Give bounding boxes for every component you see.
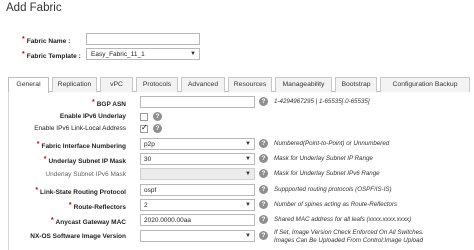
bgp-asn-hint: 1-4294967295 | 1-65535[.0-65535] [274,98,370,105]
help-icon[interactable]: ? [259,169,268,178]
dialog-title: Add Fabric [6,2,62,14]
enable-ipv6-link-local-checkbox[interactable] [140,123,148,133]
help-icon[interactable]: ? [153,112,162,121]
underlay-subnet-ip-mask-value: 30 [144,156,152,163]
chevron-down-icon: ▼ [245,156,251,162]
help-icon[interactable]: ? [259,200,268,209]
required-mark: * [22,36,25,43]
chevron-down-icon: ▼ [245,202,251,208]
chevron-down-icon: ▼ [190,51,196,57]
bgp-asn-input[interactable] [140,96,255,108]
bgp-asn-label: * BGP ASN [92,99,126,108]
chevron-down-icon: ▼ [245,141,251,147]
fabric-name-label: * Fabric Name : [22,36,71,45]
link-state-routing-protocol-hint: Suppported routing protocols (OSPF/IS-IS… [274,186,392,193]
anycast-gateway-mac-label: * Anycast Gateway MAC [50,217,126,226]
tab-bar: General Replication vPC Protocols Advanc… [8,77,470,93]
underlay-subnet-ipv6-mask-label: Underlay Subnet IPv6 Mask [45,171,126,178]
tab-advanced[interactable]: Advanced [181,77,225,92]
fabric-interface-numbering-value: p2p [144,141,155,148]
fabric-name-input[interactable] [86,33,200,45]
fabric-interface-numbering-label: * Fabric Interface Numbering [36,141,126,150]
help-icon[interactable]: ? [259,139,268,148]
anycast-gateway-mac-hint: Shared MAC address for all leafs (xxxx.x… [274,216,412,223]
link-state-routing-protocol-input[interactable]: ospf [140,184,255,196]
nxos-software-image-version-select[interactable]: ▼ [140,230,255,242]
general-panel: * BGP ASN ? 1-4294967295 | 1-65535[.0-655… [8,92,470,250]
help-icon[interactable]: ? [259,215,268,224]
route-reflectors-select[interactable]: 2 ▼ [140,199,255,211]
link-state-routing-protocol-label: * Link-State Routing Protocol [35,187,126,196]
fabric-interface-numbering-hint: Numbered(Point-to-Point) or Unnumbered [274,140,390,147]
help-icon[interactable]: ? [259,154,268,163]
enable-ipv6-link-local-label: Enable IPv6 Link-Local Address [34,125,126,132]
underlay-subnet-ipv6-mask-select: ▼ [140,168,255,180]
tab-bootstrap[interactable]: Bootstrap [335,77,377,92]
tab-manageability[interactable]: Manageability [275,77,332,92]
help-icon[interactable]: ? [153,124,162,133]
fabric-template-select[interactable]: Easy_Fabric_11_1 ▼ [86,48,200,60]
required-mark: * [22,51,25,58]
underlay-subnet-ip-mask-label: * Underlay Subnet IP Mask [43,156,126,165]
chevron-down-icon: ▼ [245,171,251,177]
fabric-template-label: * Fabric Template : [22,51,81,60]
route-reflectors-value: 2 [144,202,148,209]
fabric-template-value: Easy_Fabric_11_1 [91,51,145,58]
chevron-down-icon: ▼ [245,233,251,239]
anycast-gateway-mac-input[interactable]: 2020.0000.00aa [140,214,255,226]
nxos-software-image-version-hint: If Set, Image Version Check Enforced On … [274,229,424,244]
tab-replication[interactable]: Replication [52,77,97,92]
tab-vpc[interactable]: vPC [100,77,133,92]
help-icon[interactable]: ? [259,97,268,106]
enable-ipv6-underlay-label: Enable IPv6 Underlay [59,113,126,120]
route-reflectors-hint: Number of spines acting as Route-Reflect… [274,201,398,208]
underlay-subnet-ip-mask-hint: Mask for Underlay Subnet IP Range [274,155,373,162]
tab-resources[interactable]: Resources [228,77,272,92]
tab-protocols[interactable]: Protocols [136,77,178,92]
help-icon[interactable]: ? [259,185,268,194]
route-reflectors-label: * Route-Reflectors [68,202,126,211]
tab-general[interactable]: General [8,77,49,93]
enable-ipv6-underlay-checkbox[interactable] [140,113,148,121]
tab-configuration-backup[interactable]: Configuration Backup [380,77,470,92]
nxos-software-image-version-label: NX-OS Software Image Version [30,233,126,240]
underlay-subnet-ipv6-mask-hint: Mask for Underlay Subnet IPv6 Range [274,170,380,177]
fabric-interface-numbering-select[interactable]: p2p ▼ [140,138,255,150]
underlay-subnet-ip-mask-select[interactable]: 30 ▼ [140,153,255,165]
help-icon[interactable]: ? [259,231,268,240]
